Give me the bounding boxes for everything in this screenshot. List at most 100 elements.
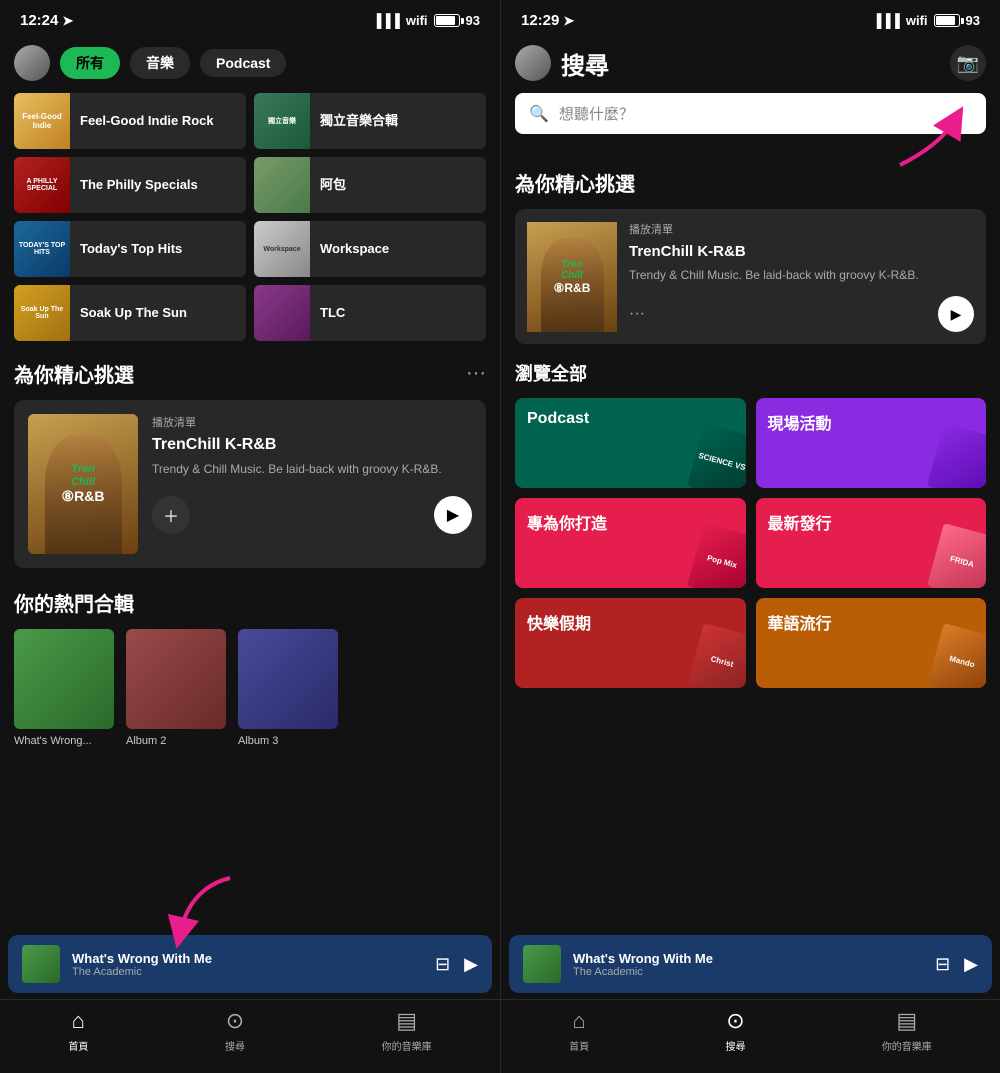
time-left: 12:24 — [20, 12, 58, 29]
battery-pct-right: 93 — [966, 13, 980, 28]
browse-label-live: 現場活動 — [768, 410, 832, 434]
avatar-right[interactable] — [515, 45, 551, 81]
sf-tag: 播放清單 — [629, 221, 974, 237]
browse-label-chinese: 華語流行 — [768, 610, 832, 634]
album-item-2[interactable]: Album 2 — [126, 629, 226, 747]
search-page-title: 搜尋 — [561, 46, 609, 81]
album-name-2: Album 2 — [126, 735, 226, 747]
browse-card-holiday[interactable]: 快樂假期 Christ — [515, 598, 746, 688]
tab-podcast[interactable]: Podcast — [200, 49, 286, 77]
signal-icon: ▐▐▐ — [372, 13, 400, 28]
np-title-left: What's Wrong With Me — [72, 951, 423, 966]
playlist-label-tth: Today's Top Hits — [80, 241, 182, 258]
sf-play-button[interactable]: ▶ — [938, 296, 974, 332]
bottom-nav-right: ⌂ 首頁 ⊙ 搜尋 ▤ 你的音樂庫 — [501, 999, 1000, 1073]
playlist-thumb-philly: A PHILLY SPECIAL — [14, 157, 70, 213]
avatar-left[interactable] — [14, 45, 50, 81]
play-button-left[interactable]: ▶ — [434, 496, 472, 534]
playlist-item-tlc[interactable]: TLC — [254, 285, 486, 341]
left-panel: 12:24 ➤ ▐▐▐ wifi 93 所有 音樂 Podcast Feel-G… — [0, 0, 500, 1073]
np-play-right[interactable]: ▶ — [964, 954, 978, 975]
featured-cover-left: TrenChill ⑧R&B — [28, 414, 138, 554]
browse-label-podcast: Podcast — [527, 410, 589, 428]
browse-card-custom[interactable]: 專為你打造 Pop Mix — [515, 498, 746, 588]
sf-desc: Trendy & Chill Music. Be laid-back with … — [629, 266, 974, 284]
browse-img-live — [927, 423, 986, 488]
search-input-placeholder: 想聽什麼？ — [559, 103, 634, 124]
browse-card-live[interactable]: 現場活動 — [756, 398, 987, 488]
playlist-item-philly[interactable]: A PHILLY SPECIAL The Philly Specials — [14, 157, 246, 213]
nav-library-left[interactable]: ▤ 你的音樂庫 — [382, 1008, 432, 1053]
browse-img-podcast: SCIENCE VS — [687, 423, 746, 488]
nav-search-label-left: 搜尋 — [225, 1038, 245, 1053]
np-info-right: What's Wrong With Me The Academic — [573, 951, 923, 978]
nav-home-right[interactable]: ⌂ 首頁 — [569, 1008, 589, 1053]
curated-header: 為你精心挑選 ··· — [14, 359, 486, 388]
more-options-left[interactable]: ··· — [466, 362, 486, 385]
bottom-nav-left: ⌂ 首頁 ⊙ 搜尋 ▤ 你的音樂庫 — [0, 999, 500, 1073]
browse-card-podcast[interactable]: Podcast SCIENCE VS — [515, 398, 746, 488]
playlist-item-abao[interactable]: 阿包 — [254, 157, 486, 213]
now-playing-bar-right[interactable]: What's Wrong With Me The Academic ⊟ ▶ — [509, 935, 992, 993]
sf-cover: TrenChill ⑧R&B — [527, 222, 617, 332]
featured-tag-left: 播放清單 — [152, 414, 472, 430]
home-icon-left: ⌂ — [72, 1008, 85, 1034]
home-icon-right: ⌂ — [573, 1008, 586, 1034]
camera-icon: 📷 — [957, 53, 979, 74]
curated-title: 為你精心挑選 — [14, 359, 134, 388]
featured-actions-left: ＋ ▶ — [152, 496, 472, 534]
nav-library-right[interactable]: ▤ 你的音樂庫 — [882, 1008, 932, 1053]
search-bar[interactable]: 🔍 想聽什麼？ — [515, 93, 986, 134]
np-info-left: What's Wrong With Me The Academic — [72, 951, 423, 978]
status-bar-right: 12:29 ➤ ▐▐▐ wifi 93 — [501, 0, 1000, 35]
nav-home-left[interactable]: ⌂ 首頁 — [68, 1008, 88, 1053]
playlist-thumb-soak: Soak Up The Sun — [14, 285, 70, 341]
featured-info-left: 播放清單 TrenChill K-R&B Trendy & Chill Musi… — [152, 414, 472, 534]
search-featured-card[interactable]: TrenChill ⑧R&B 播放清單 TrenChill K-R&B Tren… — [515, 209, 986, 344]
playlist-label-philly: The Philly Specials — [80, 177, 198, 194]
status-bar-left: 12:24 ➤ ▐▐▐ wifi 93 — [0, 0, 500, 35]
playlist-item-indie2[interactable]: 獨立音樂 獨立音樂合輯 — [254, 93, 486, 149]
nav-home-label-right: 首頁 — [569, 1038, 589, 1053]
np-actions-left: ⊟ ▶ — [435, 954, 478, 975]
sf-info: 播放清單 TrenChill K-R&B Trendy & Chill Musi… — [629, 221, 974, 332]
playlist-label-indie: Feel-Good Indie Rock — [80, 113, 214, 130]
browse-label-holiday: 快樂假期 — [527, 610, 591, 634]
np-connect-right[interactable]: ⊟ — [935, 954, 950, 975]
search-page-header: 搜尋 📷 — [501, 35, 1000, 93]
featured-desc-left: Trendy & Chill Music. Be laid-back with … — [152, 460, 472, 478]
signal-icon-right: ▐▐▐ — [872, 13, 900, 28]
playlist-item-workspace[interactable]: Workspace Workspace — [254, 221, 486, 277]
playlist-thumb-workspace: Workspace — [254, 221, 310, 277]
search-curated-title: 為你精心挑選 — [515, 168, 635, 197]
playlist-label-indie2: 獨立音樂合輯 — [320, 113, 398, 130]
np-connect-left[interactable]: ⊟ — [435, 954, 450, 975]
np-thumb-left — [22, 945, 60, 983]
playlist-item-soak[interactable]: Soak Up The Sun Soak Up The Sun — [14, 285, 246, 341]
featured-card-left[interactable]: TrenChill ⑧R&B 播放清單 TrenChill K-R&B Tren… — [14, 400, 486, 568]
playlist-item-indie[interactable]: Feel-Good Indie Feel-Good Indie Rock — [14, 93, 246, 149]
album-name-3: Album 3 — [238, 735, 338, 747]
featured-name-left: TrenChill K-R&B — [152, 436, 472, 454]
album-name-1: What's Wrong... — [14, 735, 114, 747]
hot-albums-title: 你的熱門合輯 — [14, 588, 486, 617]
add-button-left[interactable]: ＋ — [152, 496, 190, 534]
nav-search-right[interactable]: ⊙ 搜尋 — [725, 1008, 745, 1053]
tab-all[interactable]: 所有 — [60, 47, 120, 79]
search-curated-header: 為你精心挑選 — [515, 168, 986, 197]
camera-button[interactable]: 📷 — [950, 45, 986, 81]
nav-search-left[interactable]: ⊙ 搜尋 — [225, 1008, 245, 1053]
np-play-left[interactable]: ▶ — [464, 954, 478, 975]
browse-card-new[interactable]: 最新發行 FRIDA — [756, 498, 987, 588]
album-item-3[interactable]: Album 3 — [238, 629, 338, 747]
playlist-item-tth[interactable]: TODAY'S TOP HITS Today's Top Hits — [14, 221, 246, 277]
top-nav: 所有 音樂 Podcast — [0, 35, 500, 93]
sf-dots[interactable]: ··· — [629, 305, 645, 323]
playlist-label-tlc: TLC — [320, 305, 345, 322]
browse-card-chinese[interactable]: 華語流行 Mando — [756, 598, 987, 688]
playlist-thumb-indie2: 獨立音樂 — [254, 93, 310, 149]
search-icon-right: ⊙ — [726, 1008, 744, 1034]
tab-music[interactable]: 音樂 — [130, 47, 190, 79]
now-playing-bar-left[interactable]: What's Wrong With Me The Academic ⊟ ▶ — [8, 935, 492, 993]
album-item-1[interactable]: What's Wrong... — [14, 629, 114, 747]
